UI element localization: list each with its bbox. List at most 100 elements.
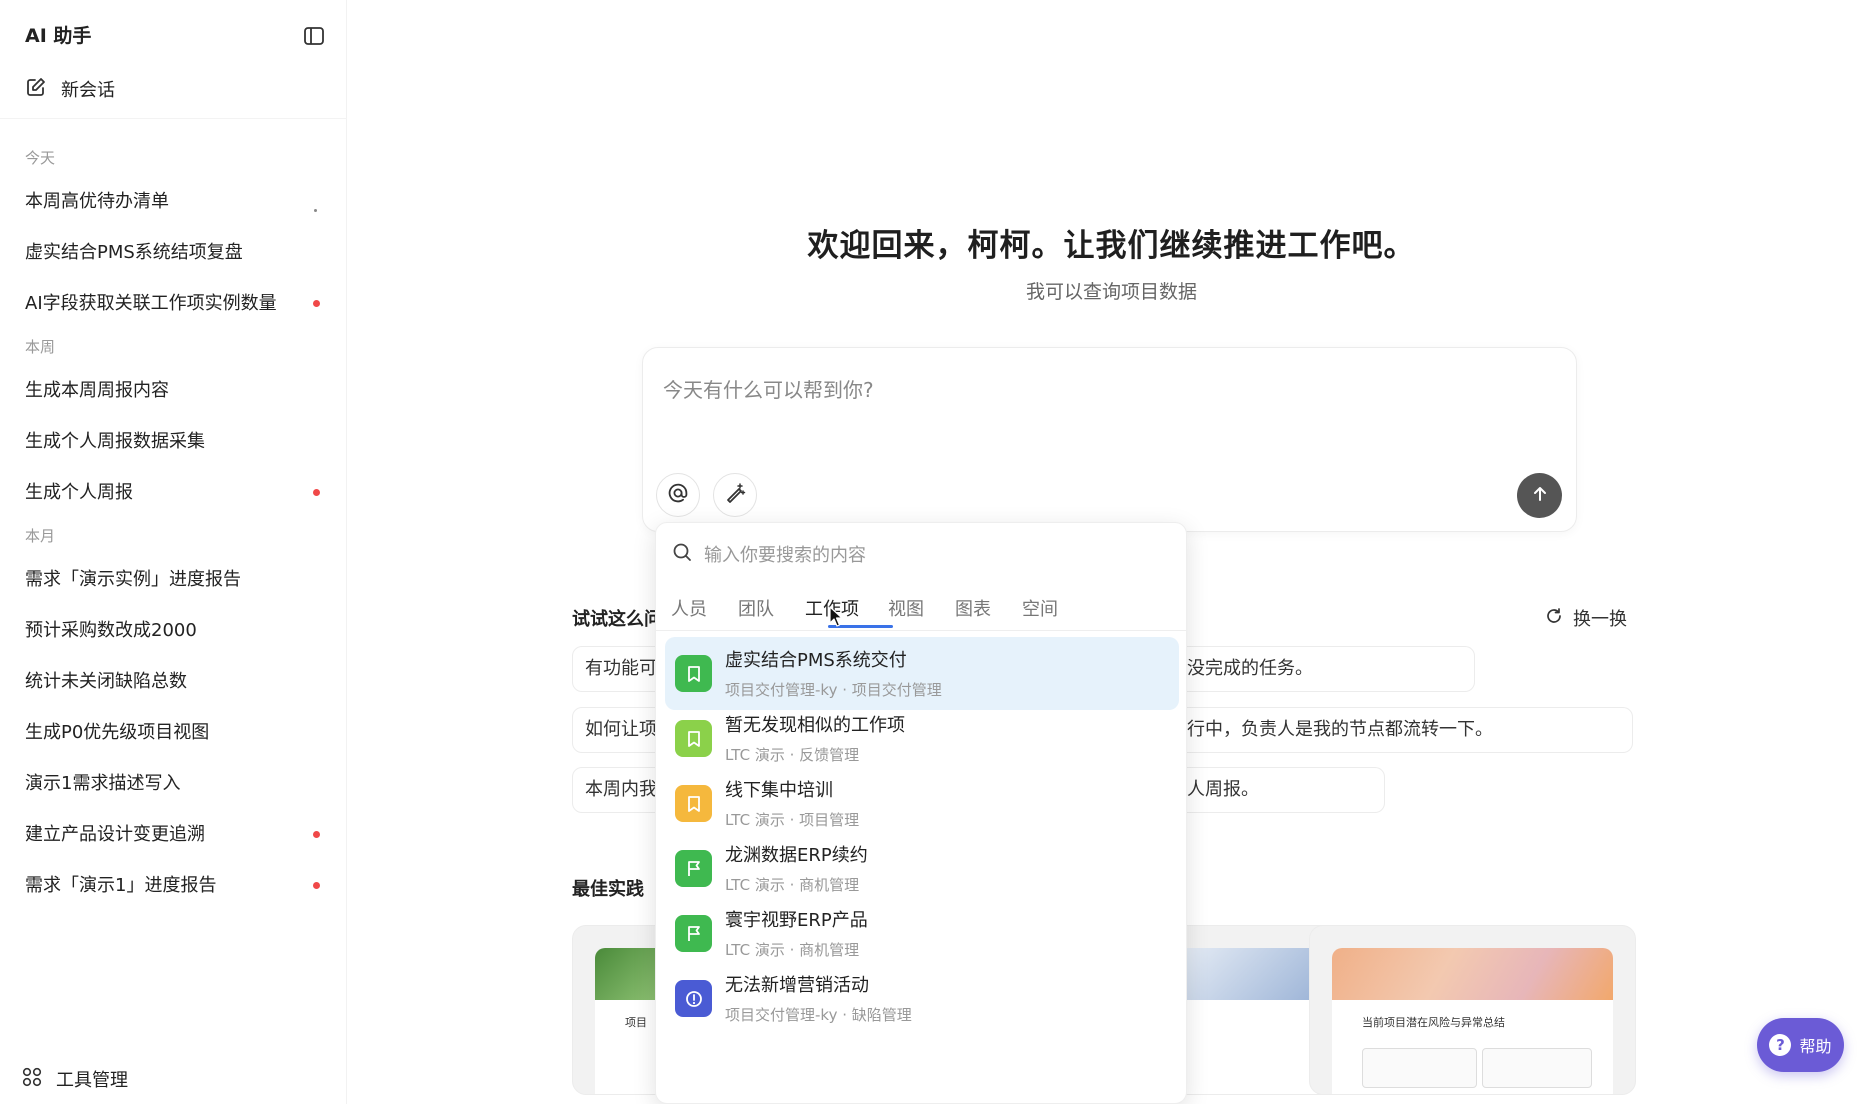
unread-dot [313,489,320,496]
conversation-label: 建立产品设计变更追溯 [25,824,205,845]
refresh-suggestions-button[interactable]: 换一换 [1545,605,1627,631]
conversation-item[interactable]: 生成本周周报内容 [0,365,347,416]
conversation-item[interactable]: 建立产品设计变更追溯 [0,809,347,860]
tool-management-button[interactable]: 工具管理 [22,1066,128,1092]
work-item-name: 龙渊数据ERP续约 [725,845,868,866]
suggestion-chip[interactable]: 人周报。 [1175,767,1385,813]
suggestion-text: 没完成的任务。 [1187,658,1313,679]
new-chat-label: 新会话 [61,80,115,101]
work-item-meta: LTC 演示 · 反馈管理 [725,746,860,764]
section-label: 今天 [25,149,56,167]
conversation-label: 需求「演示1」进度报告 [25,875,217,896]
conversation-item[interactable]: 需求「演示实例」进度报告 [0,554,347,605]
mouse-cursor-icon [829,606,843,627]
bookmark-icon [675,785,712,822]
divider [0,118,347,119]
suggestion-chip[interactable]: 行中，负责人是我的节点都流转一下。 [1175,707,1633,753]
search-input[interactable]: 输入你要搜索的内容 [704,541,866,567]
flag-icon [675,915,712,952]
conversation-label: 统计未关闭缺陷总数 [25,671,187,692]
work-item-name: 寰宇视野ERP产品 [725,910,868,931]
grid-icon [22,1067,42,1092]
new-chat-button[interactable]: 新会话 [25,74,115,104]
unread-dot [313,882,320,889]
section-label: 本月 [25,527,56,545]
mention-button[interactable] [656,473,700,517]
sidebar-collapse-icon[interactable] [303,25,325,47]
best-practice-card[interactable]: 当前项目潜在风险与异常总结 [1309,925,1636,1095]
work-item-name: 虚实结合PMS系统交付 [725,650,907,671]
chat-composer[interactable]: 今天有什么可以帮到你? [642,347,1577,532]
help-label: 帮助 [1799,1037,1832,1056]
conversation-label: 本周高优待办清单 [25,191,169,212]
suggestion-text: 本周内我 [585,779,657,800]
work-item-meta: 项目交付管理-ky · 缺陷管理 [725,1006,912,1024]
sidebar-header: AI 助手 [25,22,325,50]
conversation-item[interactable]: 预计采购数改成2000 [0,605,347,656]
work-item-row[interactable]: 暂无发现相似的工作项 LTC 演示 · 反馈管理 [665,702,1179,775]
suggestion-text: 行中，负责人是我的节点都流转一下。 [1187,719,1493,740]
conversation-list: 今天 本周高优待办清单 虚实结合PMS系统结项复盘 AI字段获取关联工作项实例数… [0,140,347,911]
at-icon [667,482,689,508]
suggestion-text: 有功能可 [585,658,657,679]
suggestion-chip[interactable]: 没完成的任务。 [1175,646,1475,692]
unread-dot [313,831,320,838]
conversation-label: AI字段获取关联工作项实例数量 [25,293,277,314]
help-button[interactable]: ? 帮助 [1757,1018,1844,1072]
work-item-row[interactable]: 龙渊数据ERP续约 LTC 演示 · 商机管理 [665,832,1179,905]
conversation-item[interactable]: 虚实结合PMS系统结项复盘 [0,227,347,278]
conversation-item[interactable]: 需求「演示1」进度报告 [0,860,347,911]
magic-wand-button[interactable] [713,473,757,517]
conversation-label: 需求「演示实例」进度报告 [25,569,241,590]
work-item-meta: 项目交付管理-ky · 项目交付管理 [725,681,942,699]
work-item-name: 无法新增营销活动 [725,975,869,996]
sidebar-title: AI 助手 [25,25,92,47]
conversation-item[interactable]: 生成个人周报数据采集 [0,416,347,467]
card-banner [1332,948,1613,1000]
work-item-row[interactable]: 虚实结合PMS系统交付项目交付管理-ky · 项目交付管理 [665,637,1179,710]
sidebar: AI 助手 新会话 今天 本周高优待办清单 虚实结合PMS系统结项复盘 AI字段… [0,0,347,1104]
conversation-item[interactable]: 生成个人周报 [0,467,347,518]
conversation-label: 生成个人周报数据采集 [25,431,205,452]
conversation-label: 虚实结合PMS系统结项复盘 [25,242,243,263]
popup-search[interactable]: 输入你要搜索的内容 [672,541,866,567]
alert-icon [675,980,712,1017]
tab-charts[interactable]: 图表 [955,595,991,621]
work-item-row[interactable]: 寰宇视野ERP产品 LTC 演示 · 商机管理 [665,897,1179,970]
bookmark-icon [675,720,712,757]
conversation-item[interactable]: 统计未关闭缺陷总数 [0,656,347,707]
edit-icon [25,76,47,103]
flag-icon [675,850,712,887]
work-item-row[interactable]: 无法新增营销活动项目交付管理-ky · 缺陷管理 [665,962,1179,1035]
work-item-meta: LTC 演示 · 商机管理 [725,876,860,894]
welcome-title: 欢迎回来，柯柯。让我们继续推进工作吧。 [807,228,1416,264]
preview-box [1362,1048,1477,1088]
conversation-label: 演示1需求描述写入 [25,773,181,794]
card-caption: 当前项目潜在风险与异常总结 [1362,1016,1505,1029]
tab-team[interactable]: 团队 [738,595,774,621]
conversation-item[interactable]: 本周高优待办清单 [0,176,347,227]
tab-people[interactable]: 人员 [671,595,707,621]
work-item-meta: LTC 演示 · 商机管理 [725,941,860,959]
work-item-name: 线下集中培训 [725,780,833,801]
chat-input[interactable]: 今天有什么可以帮到你? [663,374,874,403]
section-label: 本周 [25,338,56,356]
search-icon [672,542,692,567]
work-item-name: 暂无发现相似的工作项 [725,715,905,736]
work-item-row[interactable]: 线下集中培训 LTC 演示 · 项目管理 [665,767,1179,840]
bookmark-icon [675,655,712,692]
conversation-item[interactable]: 生成P0优先级项目视图 [0,707,347,758]
send-button[interactable] [1517,473,1562,518]
more-indicator [314,209,317,212]
tab-spaces[interactable]: 空间 [1022,595,1058,621]
suggestion-text: 人周报。 [1187,779,1259,800]
tab-views[interactable]: 视图 [888,595,924,621]
mention-popup: 输入你要搜索的内容 人员 团队 工作项 视图 图表 空间 虚实结合PMS系统交付… [655,522,1187,1104]
conversation-item[interactable]: AI字段获取关联工作项实例数量 [0,278,347,329]
work-item-meta: LTC 演示 · 项目管理 [725,811,860,829]
tool-management-label: 工具管理 [56,1070,128,1091]
conversation-label: 预计采购数改成2000 [25,620,197,641]
conversation-label: 生成本周周报内容 [25,380,169,401]
card-preview: 当前项目潜在风险与异常总结 [1332,948,1613,1094]
conversation-item[interactable]: 演示1需求描述写入 [0,758,347,809]
